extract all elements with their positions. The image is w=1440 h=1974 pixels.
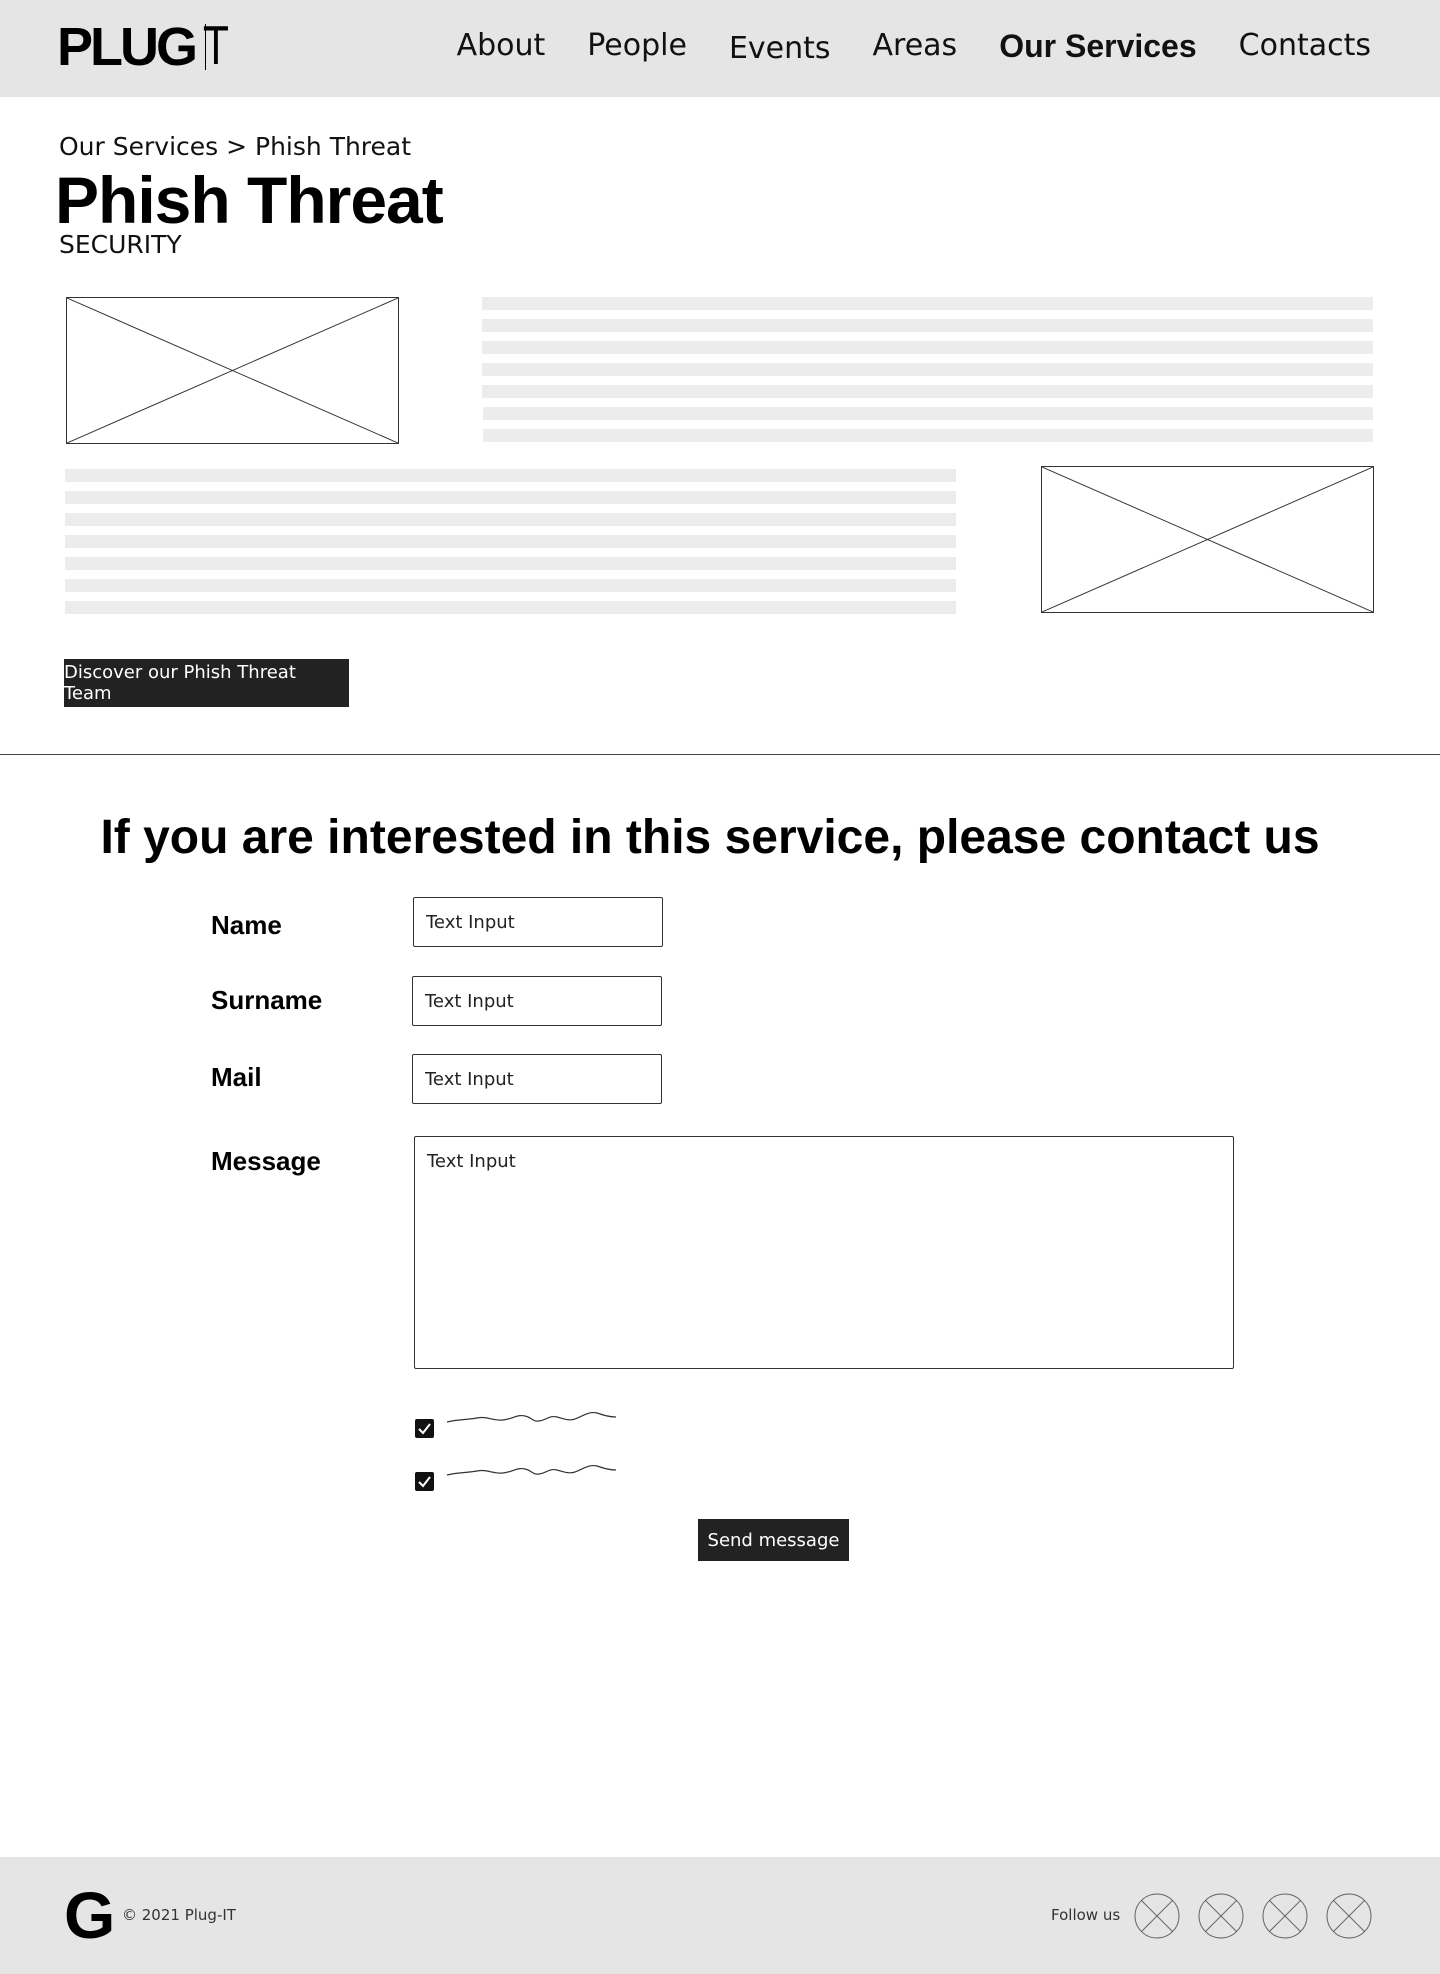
text-placeholder-line xyxy=(482,385,1373,398)
page-subtitle: SECURITY xyxy=(59,230,182,259)
text-placeholder-line xyxy=(65,557,956,570)
text-placeholder-line xyxy=(65,513,956,526)
nav-contacts[interactable]: Contacts xyxy=(1239,26,1371,69)
social-icon-2[interactable] xyxy=(1198,1893,1244,1939)
surname-input[interactable] xyxy=(412,976,662,1026)
mail-label: Mail xyxy=(211,1062,262,1092)
contact-heading: If you are interested in this service, p… xyxy=(100,811,1320,864)
checkmark-icon xyxy=(418,1423,431,1435)
consent-checkbox-1[interactable] xyxy=(415,1419,434,1438)
social-icon-1[interactable] xyxy=(1134,1893,1180,1939)
social-placeholder-icon xyxy=(1262,1893,1308,1939)
nav-our-services[interactable]: Our Services xyxy=(999,26,1196,69)
message-textarea[interactable]: Text Input xyxy=(414,1136,1234,1369)
text-placeholder-line xyxy=(482,319,1373,332)
text-placeholder-line xyxy=(65,601,956,614)
copyright-text: © 2021 Plug-IT xyxy=(122,1906,236,1924)
text-placeholder-line xyxy=(483,429,1373,442)
logo-wordmark: PLUG xyxy=(57,17,198,77)
text-placeholder-line xyxy=(65,579,956,592)
discover-team-button[interactable]: Discover our Phish Threat Team xyxy=(64,659,349,707)
page-title: Phish Threat xyxy=(55,163,444,237)
footer-logo[interactable]: G xyxy=(64,1882,115,1948)
text-placeholder-block-2 xyxy=(65,469,956,623)
text-placeholder-line xyxy=(482,363,1373,376)
name-input[interactable] xyxy=(413,897,663,947)
text-placeholder-line xyxy=(483,407,1373,420)
image-placeholder-icon xyxy=(67,298,398,443)
site-header: PLUG T About People Events Areas Our Ser… xyxy=(0,0,1440,97)
plug-it-logo[interactable]: PLUG T xyxy=(57,17,236,77)
logo-wordmark-thin: T xyxy=(204,17,228,77)
text-placeholder-line xyxy=(482,341,1373,354)
nav-events[interactable]: Events xyxy=(729,29,831,69)
follow-us-label: Follow us xyxy=(1051,1906,1121,1924)
social-placeholder-icon xyxy=(1134,1893,1180,1939)
text-placeholder-line xyxy=(65,535,956,548)
consent-checkbox-2[interactable] xyxy=(415,1472,434,1491)
social-icon-4[interactable] xyxy=(1326,1893,1372,1939)
social-icon-3[interactable] xyxy=(1262,1893,1308,1939)
breadcrumb[interactable]: Our Services > Phish Threat xyxy=(59,132,411,161)
site-footer: G © 2021 Plug-IT Follow us xyxy=(0,1857,1440,1974)
message-label: Message xyxy=(211,1146,321,1176)
consent-text-placeholder-1 xyxy=(446,1411,617,1423)
social-placeholder-icon xyxy=(1326,1893,1372,1939)
text-placeholder-block-1 xyxy=(482,297,1373,451)
section-divider xyxy=(0,754,1440,755)
checkmark-icon xyxy=(418,1476,431,1488)
nav-areas[interactable]: Areas xyxy=(873,26,958,69)
send-message-button[interactable]: Send message xyxy=(698,1519,849,1561)
text-placeholder-line xyxy=(65,491,956,504)
surname-label: Surname xyxy=(211,985,323,1015)
image-placeholder-2 xyxy=(1041,466,1374,613)
text-placeholder-line xyxy=(65,469,956,482)
image-placeholder-1 xyxy=(66,297,399,444)
text-placeholder-line xyxy=(482,297,1373,310)
name-label: Name xyxy=(211,910,282,940)
mail-input[interactable] xyxy=(412,1054,662,1104)
nav-people[interactable]: People xyxy=(587,26,687,69)
social-placeholder-icon xyxy=(1198,1893,1244,1939)
main-nav: About People Events Areas Our Services C… xyxy=(415,26,1371,69)
image-placeholder-icon xyxy=(1042,467,1373,612)
nav-about[interactable]: About xyxy=(457,26,546,69)
consent-text-placeholder-2 xyxy=(446,1464,617,1476)
